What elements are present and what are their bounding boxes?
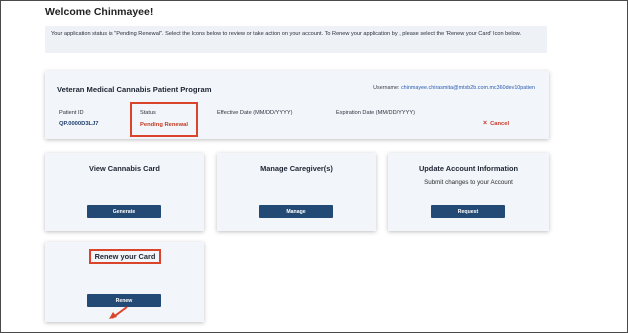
username-row: Username: chinmayee.chirasmita@mtxb2b.co…: [373, 85, 535, 91]
patient-id-value: QP.0000D3LJ7: [59, 121, 99, 127]
status-highlight-box: Status Pending Renewal: [130, 102, 198, 137]
caregiver-tile: Manage Caregiver(s) Manage: [217, 153, 376, 231]
generate-button[interactable]: Generate: [87, 205, 161, 218]
request-button[interactable]: Request: [431, 205, 505, 218]
caregiver-title: Manage Caregiver(s): [260, 164, 333, 173]
expiration-date-label: Expiration Date (MM/DD/YYYY): [336, 110, 415, 116]
cancel-label: Cancel: [490, 120, 510, 127]
status-notice: Your application status is "Pending Rene…: [45, 26, 547, 53]
patient-id-label: Patient ID: [59, 110, 84, 116]
update-account-tile: Update Account Information Submit change…: [388, 153, 549, 231]
update-account-subtitle: Submit changes to your Account: [424, 179, 513, 186]
renew-title-highlight: Renew your Card: [89, 249, 161, 264]
program-title: Veteran Medical Cannabis Patient Program: [57, 85, 212, 94]
pointer-arrow-icon: [109, 306, 128, 319]
status-label: Status: [140, 110, 156, 116]
page-title: Welcome Chinmayee!: [45, 6, 154, 18]
status-value: Pending Renewal: [140, 122, 188, 128]
username-value: chinmayee.chirasmita@mtxb2b.com.mc360dev…: [400, 85, 535, 91]
view-card-title: View Cannabis Card: [89, 164, 160, 173]
close-icon: ×: [483, 120, 488, 127]
username-label: Username:: [373, 85, 400, 91]
view-card-tile: View Cannabis Card Generate: [45, 153, 204, 231]
update-account-title: Update Account Information: [418, 164, 519, 173]
cancel-button[interactable]: × Cancel: [483, 120, 509, 127]
program-panel: Veteran Medical Cannabis Patient Program…: [45, 71, 549, 139]
effective-date-label: Effective Date (MM/DD/YYYY): [217, 110, 293, 116]
manage-button[interactable]: Manage: [259, 205, 333, 218]
